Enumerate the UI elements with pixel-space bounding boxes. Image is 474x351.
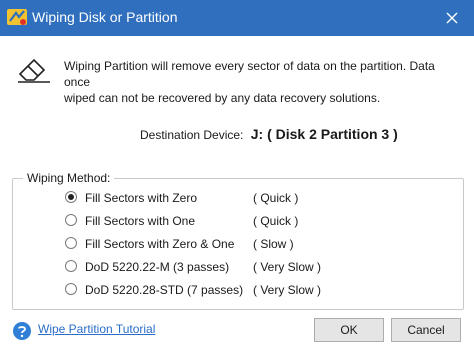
close-button[interactable] [430,0,474,36]
radio-button[interactable] [65,260,77,272]
option-speed: ( Quick ) [253,191,299,205]
option-label: Fill Sectors with One [85,214,196,228]
warning-section: Wiping Partition will remove every secto… [0,44,474,106]
ok-button[interactable]: OK [314,318,384,342]
wiping-method-group: Wiping Method: Fill Sectors with Zero ( … [12,171,464,310]
warning-message: Wiping Partition will remove every secto… [64,58,464,106]
eraser-icon [18,58,50,83]
option-label: DoD 5220.22-M (3 passes) [85,260,230,274]
option-label: Fill Sectors with Zero [85,191,198,205]
option-fill-one[interactable]: Fill Sectors with One ( Quick ) [65,212,425,230]
warning-line-1: Wiping Partition will remove every secto… [64,59,435,89]
option-dod-7-passes[interactable]: DoD 5220.28-STD (7 passes) ( Very Slow ) [65,281,425,299]
destination-value: J: ( Disk 2 Partition 3 ) [250,126,398,142]
option-speed: ( Very Slow ) [253,260,322,274]
option-dod-3-passes[interactable]: DoD 5220.22-M (3 passes) ( Very Slow ) [65,258,425,276]
wiping-method-legend: Wiping Method: [23,171,115,185]
tutorial-link[interactable]: Wipe Partition Tutorial [38,322,155,336]
destination-device: Destination Device: J: ( Disk 2 Partitio… [140,126,398,142]
close-icon [446,12,458,24]
warning-line-2: wiped can not be recovered by any data r… [64,91,381,105]
option-speed: ( Quick ) [253,214,299,228]
option-speed: ( Slow ) [253,237,294,251]
option-label: Fill Sectors with Zero & One [85,237,235,251]
radio-button[interactable] [65,214,77,226]
cancel-button[interactable]: Cancel [391,318,461,342]
option-speed: ( Very Slow ) [253,283,322,297]
option-label: DoD 5220.28-STD (7 passes) [85,283,244,297]
partition-wizard-icon [7,9,27,25]
destination-label: Destination Device: [140,128,244,142]
dialog-footer: Wipe Partition Tutorial OK Cancel [0,312,474,351]
option-fill-zero[interactable]: Fill Sectors with Zero ( Quick ) [65,189,425,207]
title-bar: Wiping Disk or Partition [0,0,474,36]
window-title: Wiping Disk or Partition [32,9,178,25]
radio-button[interactable] [65,283,77,295]
question-icon[interactable] [12,321,32,341]
radio-button-selected[interactable] [65,191,77,203]
radio-button[interactable] [65,237,77,249]
option-fill-zero-one[interactable]: Fill Sectors with Zero & One ( Slow ) [65,235,425,253]
